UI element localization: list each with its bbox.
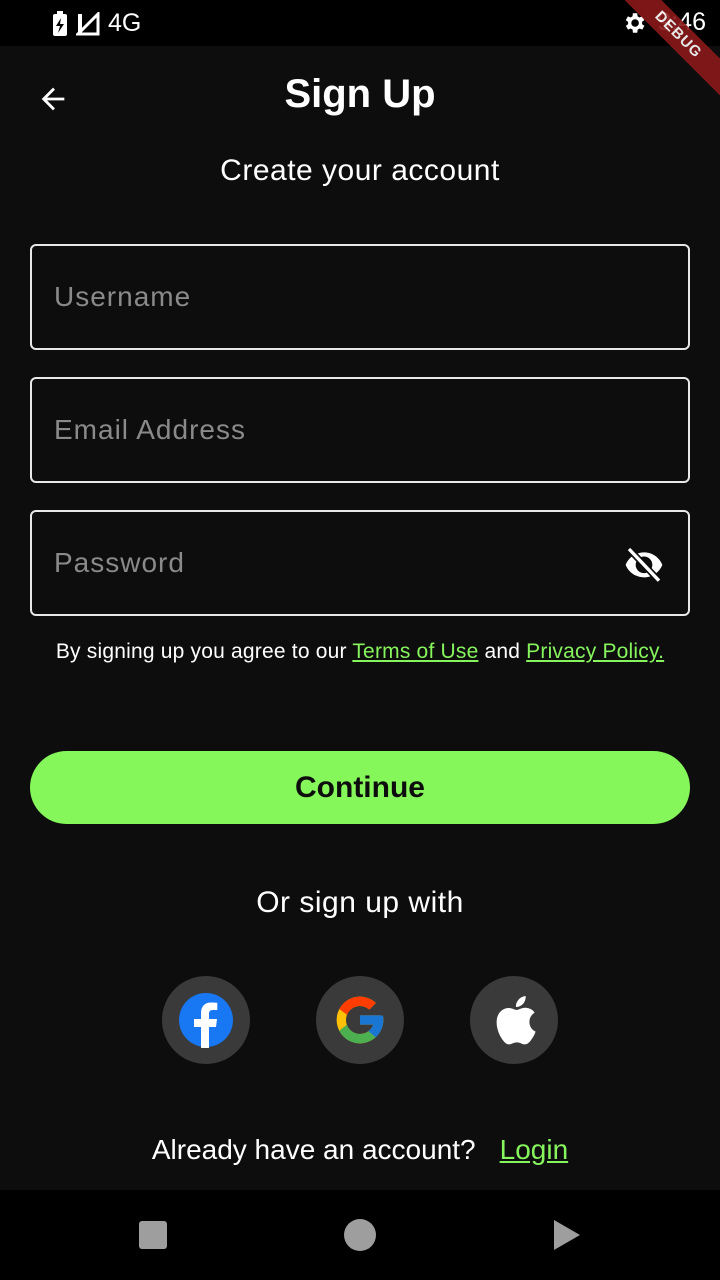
back-nav-button[interactable] xyxy=(522,1190,612,1280)
terms-prefix: By signing up you agree to our xyxy=(55,640,353,663)
privacy-policy-link[interactable]: Privacy Policy. xyxy=(526,640,664,663)
app-bar: Sign Up xyxy=(0,46,720,150)
social-heading: Or sign up with xyxy=(256,886,464,919)
email-field xyxy=(30,377,690,483)
email-input[interactable] xyxy=(54,379,614,481)
system-nav-bar xyxy=(0,1190,720,1280)
login-prompt-row: Already have an account? Login xyxy=(0,1134,720,1166)
google-icon xyxy=(336,996,384,1044)
terms-middle: and xyxy=(478,640,527,663)
password-field xyxy=(30,510,690,616)
facebook-icon xyxy=(179,993,233,1048)
username-input[interactable] xyxy=(54,246,614,348)
password-input[interactable] xyxy=(54,512,614,614)
network-type: 4G xyxy=(108,9,142,37)
login-prompt: Already have an account? xyxy=(151,1134,476,1165)
terms-text: By signing up you agree to our Terms of … xyxy=(0,640,720,664)
terms-of-use-link[interactable]: Terms of Use xyxy=(352,640,478,663)
page-subtitle: Create your account xyxy=(220,154,500,187)
square-icon xyxy=(139,1221,167,1249)
battery-charging-icon xyxy=(53,10,67,36)
recents-button[interactable] xyxy=(108,1190,198,1280)
status-bar: 4G 9:46 DEBUG xyxy=(0,0,720,101)
status-left: 4G xyxy=(52,9,141,38)
signal-icon xyxy=(76,11,100,35)
apple-icon xyxy=(496,996,536,1045)
circle-icon xyxy=(344,1219,376,1251)
google-signup-button[interactable] xyxy=(316,976,404,1064)
home-button[interactable] xyxy=(315,1190,405,1280)
toggle-password-visibility[interactable] xyxy=(622,544,666,584)
eye-off-icon xyxy=(625,546,663,583)
page-title: Sign Up xyxy=(284,72,436,116)
apple-signup-button[interactable] xyxy=(470,976,558,1064)
triangle-back-icon xyxy=(554,1220,580,1250)
continue-button[interactable]: Continue xyxy=(30,751,690,824)
username-field xyxy=(30,244,690,350)
facebook-signup-button[interactable] xyxy=(162,976,250,1064)
login-link[interactable]: Login xyxy=(500,1134,569,1165)
